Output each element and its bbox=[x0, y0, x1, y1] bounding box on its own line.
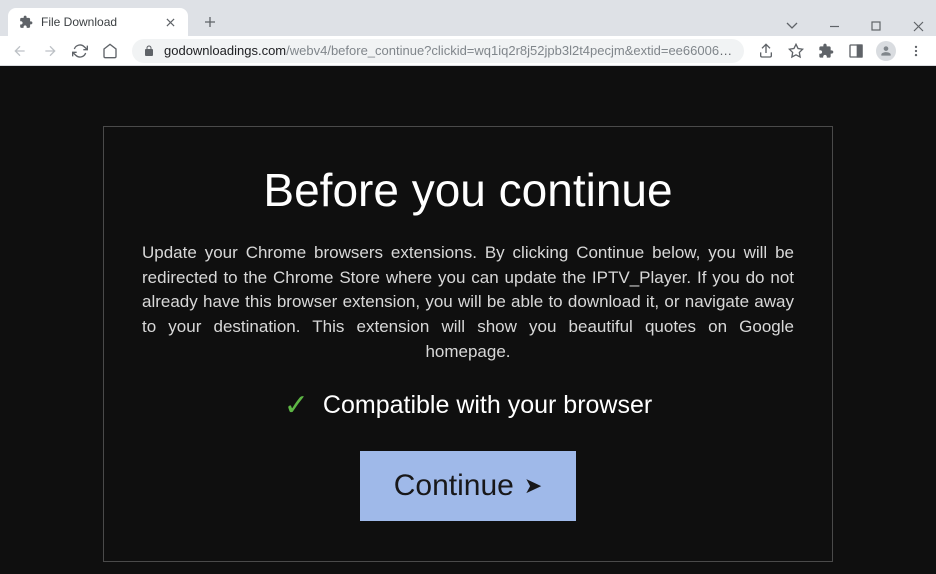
url-text: godownloadings.com/webv4/before_continue… bbox=[164, 43, 734, 58]
compatibility-text: Compatible with your browser bbox=[323, 391, 652, 420]
minimize-button[interactable] bbox=[820, 16, 848, 36]
compatibility-row: ✓ Compatible with your browser bbox=[140, 388, 796, 423]
share-button[interactable] bbox=[754, 39, 778, 63]
sidepanel-button[interactable] bbox=[844, 39, 868, 63]
close-tab-button[interactable] bbox=[162, 14, 178, 30]
extension-icon bbox=[18, 14, 34, 30]
reload-button[interactable] bbox=[68, 39, 92, 63]
toolbar: godownloadings.com/webv4/before_continue… bbox=[0, 36, 936, 66]
menu-button[interactable] bbox=[904, 39, 928, 63]
modal-body-text: Update your Chrome browsers extensions. … bbox=[140, 241, 796, 364]
tab-title: File Download bbox=[41, 15, 155, 29]
forward-button[interactable] bbox=[38, 39, 62, 63]
home-button[interactable] bbox=[98, 39, 122, 63]
modal-title: Before you continue bbox=[140, 163, 796, 217]
lock-icon bbox=[142, 44, 156, 58]
toolbar-icons bbox=[754, 39, 928, 63]
titlebar bbox=[0, 0, 936, 8]
interstitial-modal: Before you continue Update your Chrome b… bbox=[103, 126, 833, 562]
address-bar[interactable]: godownloadings.com/webv4/before_continue… bbox=[132, 39, 744, 63]
extensions-button[interactable] bbox=[814, 39, 838, 63]
continue-button[interactable]: Continue ➤ bbox=[360, 451, 577, 521]
tab-strip: File Download bbox=[0, 8, 936, 36]
profile-button[interactable] bbox=[874, 39, 898, 63]
checkmark-icon: ✓ bbox=[284, 388, 309, 423]
maximize-button[interactable] bbox=[862, 16, 890, 36]
arrow-icon: ➤ bbox=[524, 473, 542, 499]
window-controls bbox=[778, 16, 932, 36]
page-content: Before you continue Update your Chrome b… bbox=[0, 66, 936, 574]
back-button[interactable] bbox=[8, 39, 32, 63]
close-window-button[interactable] bbox=[904, 16, 932, 36]
browser-tab[interactable]: File Download bbox=[8, 8, 188, 36]
bookmark-button[interactable] bbox=[784, 39, 808, 63]
continue-button-label: Continue bbox=[394, 469, 514, 503]
tab-search-button[interactable] bbox=[778, 16, 806, 36]
new-tab-button[interactable] bbox=[196, 8, 224, 36]
